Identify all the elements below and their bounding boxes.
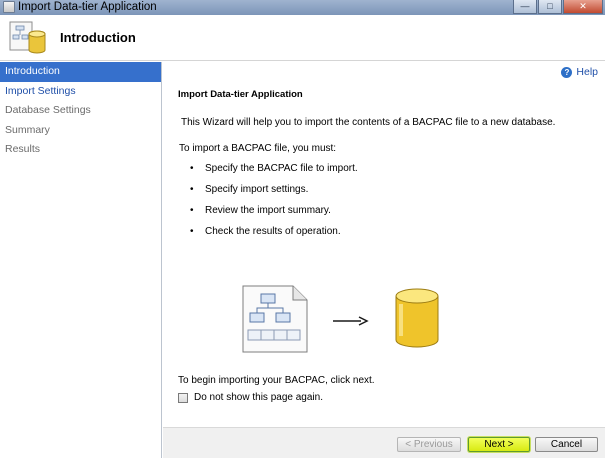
cancel-button[interactable]: Cancel bbox=[535, 437, 598, 452]
next-button[interactable]: Next > bbox=[468, 437, 530, 452]
help-icon: ? bbox=[561, 66, 573, 78]
document-schema-icon bbox=[242, 285, 308, 353]
database-cylinder-icon bbox=[395, 288, 439, 348]
wizard-content: ? Help Import Data-tier Application This… bbox=[163, 62, 605, 458]
maximize-button[interactable]: □ bbox=[538, 0, 562, 14]
list-item: • Specify the BACPAC file to import. bbox=[190, 163, 358, 184]
wizard-sidebar: Introduction Import Settings Database Se… bbox=[0, 62, 162, 458]
app-icon bbox=[3, 1, 15, 13]
section-title: Import Data-tier Application bbox=[178, 89, 303, 100]
step-text: Specify the BACPAC file to import. bbox=[205, 163, 358, 174]
steps-intro: To import a BACPAC file, you must: bbox=[179, 143, 337, 154]
page-title: Introduction bbox=[60, 30, 136, 45]
bullet: • bbox=[190, 163, 194, 174]
steps-list: • Specify the BACPAC file to import. • Spe… bbox=[190, 163, 358, 247]
window-controls: — □ ✕ bbox=[513, 0, 603, 14]
checkbox-label: Do not show this page again. bbox=[194, 392, 323, 403]
close-button[interactable]: ✕ bbox=[563, 0, 603, 14]
help-label: Help bbox=[576, 66, 598, 78]
sidebar-item-introduction[interactable]: Introduction bbox=[0, 62, 161, 82]
sidebar-item-import-settings[interactable]: Import Settings bbox=[0, 82, 161, 102]
help-link[interactable]: ? Help bbox=[561, 66, 598, 78]
arrow-right-icon bbox=[333, 316, 369, 326]
bacpac-import-illustration bbox=[242, 285, 439, 353]
minimize-button[interactable]: — bbox=[513, 0, 537, 14]
wizard-description: This Wizard will help you to import the … bbox=[181, 117, 556, 128]
step-text: Review the import summary. bbox=[205, 205, 331, 216]
previous-button[interactable]: < Previous bbox=[397, 437, 461, 452]
bullet: • bbox=[190, 184, 194, 195]
bullet: • bbox=[190, 226, 194, 237]
dont-show-again-option[interactable]: Do not show this page again. bbox=[178, 392, 323, 403]
title-bar[interactable]: Import Data-tier Application — □ ✕ bbox=[0, 0, 605, 15]
wizard-header: Introduction bbox=[0, 15, 605, 61]
list-item: • Review the import summary. bbox=[190, 205, 358, 226]
begin-instruction: To begin importing your BACPAC, click ne… bbox=[178, 375, 375, 386]
wizard-footer: < Previous Next > Cancel bbox=[163, 427, 605, 458]
sidebar-item-database-settings: Database Settings bbox=[5, 104, 91, 116]
bullet: • bbox=[190, 205, 194, 216]
list-item: • Check the results of operation. bbox=[190, 226, 358, 247]
list-item: • Specify import settings. bbox=[190, 184, 358, 205]
wizard-database-icon bbox=[9, 21, 46, 54]
dont-show-again-checkbox[interactable] bbox=[178, 392, 188, 403]
step-text: Check the results of operation. bbox=[205, 226, 341, 237]
step-text: Specify import settings. bbox=[205, 184, 309, 195]
sidebar-item-results: Results bbox=[5, 143, 41, 155]
sidebar-item-summary: Summary bbox=[5, 123, 50, 136]
window-title: Import Data-tier Application bbox=[18, 1, 157, 13]
